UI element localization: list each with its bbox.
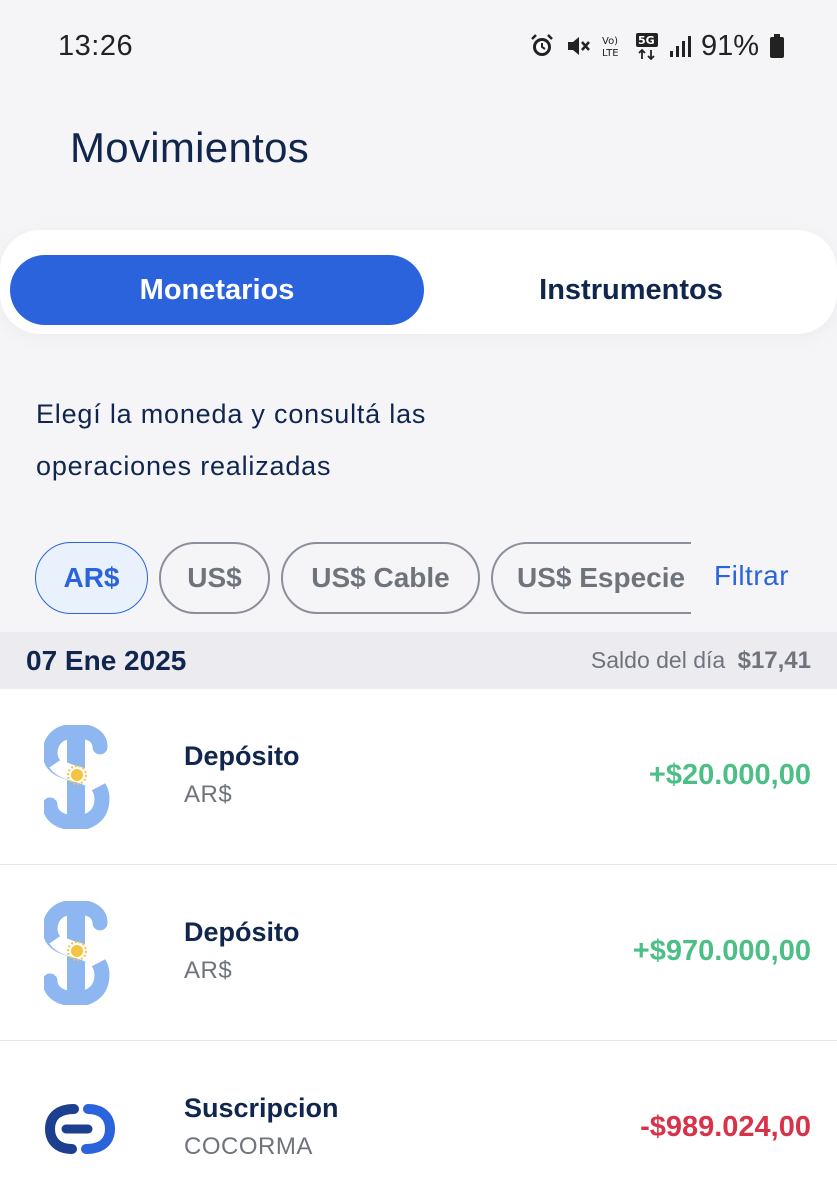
transactions-list: Depósito AR$ +$20.000,00 Depósito AR$ +$… <box>0 689 837 1200</box>
tab-instrumentos[interactable]: Instrumentos <box>424 255 837 325</box>
transaction-amount: +$20.000,00 <box>648 759 811 791</box>
mute-icon <box>565 33 591 59</box>
transaction-row[interactable]: Depósito AR$ +$970.000,00 <box>0 865 837 1041</box>
peso-flag-icon <box>44 901 116 1005</box>
tab-monetarios[interactable]: Monetarios <box>10 255 424 325</box>
intro-line-1: Elegí la moneda y consultá las <box>36 399 427 429</box>
transaction-title: Suscripcion <box>184 1093 339 1123</box>
alarm-icon <box>529 33 555 59</box>
volte-icon: Vo) LTE <box>601 33 625 59</box>
group-date: 07 Ene 2025 <box>26 644 187 676</box>
svg-text:LTE: LTE <box>602 48 619 59</box>
transaction-title: Depósito <box>184 917 300 947</box>
transaction-subtitle: AR$ <box>184 957 233 984</box>
5g-icon: 5G <box>635 32 659 60</box>
balance-label: Saldo del día <box>590 646 726 673</box>
status-time: 13:26 <box>58 29 134 62</box>
page-title: Movimientos <box>70 124 310 171</box>
filter-link[interactable]: Filtrar <box>714 560 789 592</box>
intro-line-2: operaciones realizadas <box>36 451 332 481</box>
day-balance: Saldo del día $17,41 <box>591 647 811 675</box>
transaction-amount: +$970.000,00 <box>632 935 811 967</box>
balance-value: $17,41 <box>737 646 811 674</box>
segmented-control: Monetarios Instrumentos <box>0 230 837 334</box>
subscription-icon <box>44 1097 116 1161</box>
signal-icon <box>669 34 691 58</box>
transaction-subtitle: COCORMA <box>184 1133 313 1160</box>
battery-percent: 91% <box>700 29 759 62</box>
status-icons: Vo) LTE 5G 91% <box>529 30 785 63</box>
date-group-header: 07 Ene 2025 Saldo del día $17,41 <box>0 632 837 689</box>
chip-usd-cable[interactable]: US$ Cable <box>281 542 480 614</box>
svg-text:Vo): Vo) <box>602 36 618 47</box>
chip-usd-especie[interactable]: US$ Especie <box>491 542 691 614</box>
chip-ars[interactable]: AR$ <box>35 542 148 614</box>
transaction-amount: -$989.024,00 <box>640 1111 811 1143</box>
transaction-row[interactable]: Depósito AR$ +$20.000,00 <box>0 689 837 865</box>
currency-chips: AR$ US$ US$ Cable US$ Especie <box>0 542 837 616</box>
battery-icon <box>769 33 785 59</box>
chip-usd[interactable]: US$ <box>159 542 270 614</box>
svg-text:5G: 5G <box>638 34 655 47</box>
transaction-row[interactable]: Suscripcion COCORMA -$989.024,00 <box>0 1041 837 1200</box>
intro-text: Elegí la moneda y consultá las operacion… <box>36 388 556 492</box>
transaction-subtitle: AR$ <box>184 781 233 808</box>
peso-flag-icon <box>44 725 116 829</box>
status-bar: 13:26 Vo) LTE 5G 91% <box>0 0 837 92</box>
transaction-title: Depósito <box>184 741 300 771</box>
